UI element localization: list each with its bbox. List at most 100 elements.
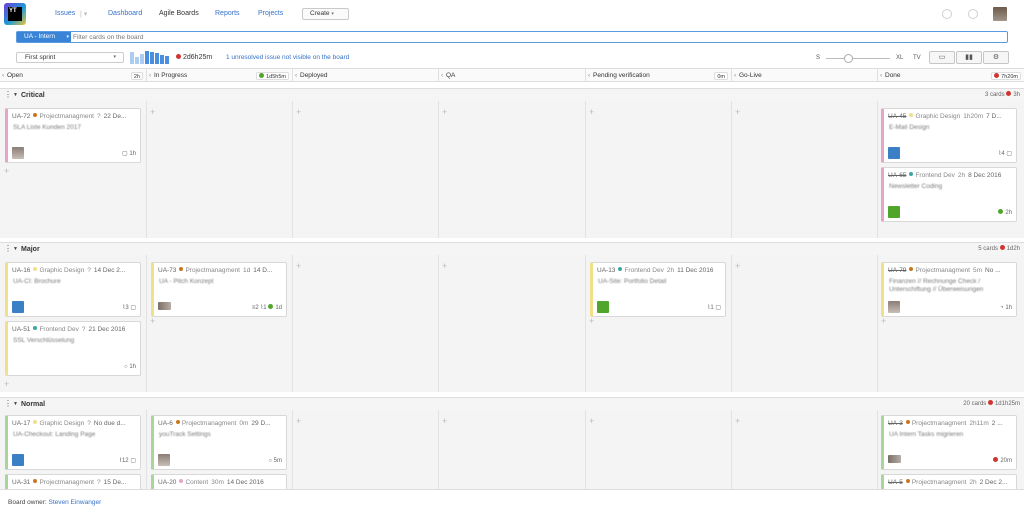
avatar[interactable]	[888, 301, 900, 313]
card-ua-73[interactable]: UA-73 Projectmanagment 1d 14 D... UA - Pitc…	[151, 262, 287, 317]
nav-agile-boards[interactable]: Agile Boards	[159, 10, 199, 17]
card-ua-65[interactable]: UA-65 Frontend Dev 2h 8 Dec 2016 Newsletter…	[881, 167, 1017, 222]
column-deployed[interactable]: ‹ Deployed	[292, 69, 438, 82]
avatar[interactable]	[12, 301, 24, 313]
filter-input[interactable]	[73, 32, 1003, 42]
burndown-mini-chart[interactable]	[130, 51, 170, 64]
nav-projects[interactable]: Projects	[258, 10, 283, 17]
card-ua-3[interactable]: UA-3 Projectmanagment 2h11m 2 ... UA Intern…	[881, 415, 1017, 470]
card-ua-5[interactable]: UA-5 Projectmanagment 2h 2 Dec 2...	[881, 474, 1017, 489]
chevron-left-icon[interactable]: ‹	[734, 69, 736, 82]
avatar[interactable]	[888, 455, 901, 463]
chevron-left-icon[interactable]: ‹	[880, 69, 882, 82]
column-in-progress[interactable]: ‹ In Progress 1d5h5m	[146, 69, 292, 82]
card-ua-31[interactable]: UA-31 Projectmanagment? 15 De...	[5, 474, 141, 489]
column-qa[interactable]: ‹ QA	[438, 69, 585, 82]
help-icon[interactable]	[968, 9, 978, 19]
chevron-left-icon[interactable]: ‹	[2, 69, 4, 82]
settings-icon[interactable]	[942, 9, 952, 19]
avatar[interactable]	[158, 302, 171, 310]
drag-handle-icon[interactable]: ⋮	[4, 89, 12, 101]
gear-icon[interactable]: ⚙	[983, 51, 1009, 64]
add-card-icon[interactable]: +	[4, 379, 9, 389]
add-card-icon[interactable]: +	[735, 416, 740, 426]
card-ua-6[interactable]: UA-6 Projectmanagment 0m 29 D... youTrack S…	[151, 415, 287, 470]
column-divider	[731, 255, 732, 392]
board-owner-link[interactable]: Steven Einwanger	[48, 499, 101, 506]
chevron-left-icon[interactable]: ‹	[441, 69, 443, 82]
avatar[interactable]	[888, 206, 900, 218]
drag-handle-icon[interactable]: ⋮	[4, 243, 12, 255]
add-card-icon[interactable]: +	[881, 316, 886, 326]
add-card-icon[interactable]: +	[442, 261, 447, 271]
board-footer: Board owner: Steven Einwanger	[0, 489, 1024, 521]
card-ua-20[interactable]: UA-20 Content 30m 14 Dec 2016	[151, 474, 287, 489]
swimlane-critical-header[interactable]: ⋮ ▼ Critical 3 cards 3h	[0, 88, 1024, 101]
inbox-icon[interactable]: ▭	[929, 51, 955, 64]
card-ua-16[interactable]: UA-16 Graphic Design? 14 Dec 2... UA-CI: B…	[5, 262, 141, 317]
nav-dashboard[interactable]: Dashboard	[108, 10, 142, 17]
user-avatar[interactable]	[993, 7, 1007, 21]
add-card-icon[interactable]: +	[296, 261, 301, 271]
add-card-icon[interactable]: +	[296, 107, 301, 117]
create-button[interactable]: Create ▾	[302, 8, 349, 20]
nav-issues[interactable]: Issues	[55, 10, 75, 17]
status-dot	[998, 209, 1004, 214]
drag-handle-icon[interactable]: ⋮	[4, 398, 12, 410]
add-card-icon[interactable]: +	[735, 107, 740, 117]
board-selector[interactable]: UA - Intern ▾	[17, 32, 71, 42]
burndown-bar	[150, 52, 154, 64]
add-card-icon[interactable]: +	[589, 107, 594, 117]
issues-menu-icon[interactable]: | ▾	[80, 10, 87, 18]
add-card-icon[interactable]: +	[296, 416, 301, 426]
clock-icon: ◔	[1000, 305, 1004, 311]
comment-icon: ▢	[130, 458, 136, 464]
card-ua-79[interactable]: UA-79 Projectmanagment 5m No ... Finanzen /…	[881, 262, 1017, 317]
column-headers: ‹ Open 2h ‹ In Progress 1d5h5m ‹ Deployed ‹ QA…	[0, 68, 1024, 82]
card-ua-51[interactable]: UA-51 Frontend Dev? 21 Dec 2016 SSL Versch…	[5, 321, 141, 376]
swimlane-normal-body: + + + + UA-17 Graphic Design? No due d... …	[0, 410, 1024, 489]
swimlane-normal-header[interactable]: ⋮ ▼ Normal 20 cards 1d1h25m	[0, 397, 1024, 410]
nav-reports[interactable]: Reports	[215, 10, 240, 17]
avatar[interactable]	[158, 454, 170, 466]
column-pending-verification[interactable]: ‹ Pending verification 0m	[585, 69, 731, 82]
add-card-icon[interactable]: +	[442, 107, 447, 117]
avatar[interactable]	[12, 147, 24, 159]
avatar[interactable]	[597, 301, 609, 313]
sprint-selector[interactable]: First sprint ▾	[16, 52, 124, 63]
swimlane-major-header[interactable]: ⋮ ▼ Major 5 cards 1d2h	[0, 242, 1024, 255]
add-card-icon[interactable]: +	[4, 166, 9, 176]
column-open[interactable]: ‹ Open 2h	[0, 69, 146, 82]
add-card-icon[interactable]: +	[589, 416, 594, 426]
avatar[interactable]	[888, 147, 900, 159]
chevron-left-icon[interactable]: ‹	[295, 69, 297, 82]
tag-dot	[33, 420, 38, 424]
status-dot	[1006, 91, 1012, 96]
card-ua-72[interactable]: UA-72 Projectmanagment? 22 De... SLA Liste…	[5, 108, 141, 163]
zoom-tv-label[interactable]: TV	[913, 55, 921, 61]
column-done[interactable]: ‹ Done 7h20m	[877, 69, 1024, 82]
add-card-icon[interactable]: +	[150, 107, 155, 117]
tag-dot	[905, 420, 910, 424]
card-size-slider[interactable]	[826, 58, 890, 59]
burndown-bar	[160, 55, 164, 64]
tag-dot	[618, 267, 623, 271]
card-ua-45[interactable]: UA-45 Graphic Design 1h20m 7 D... E-Mail De…	[881, 108, 1017, 163]
card-ua-13[interactable]: UA-13 Frontend Dev 2h 11 Dec 2016 UA-Site: …	[590, 262, 726, 317]
chart-icon[interactable]: ▮▮	[956, 51, 982, 64]
add-card-icon[interactable]: +	[150, 316, 155, 326]
youtrack-logo[interactable]: YT	[4, 3, 26, 25]
status-dot	[268, 304, 274, 309]
column-go-live[interactable]: ‹ Go-Live	[731, 69, 877, 82]
slider-handle[interactable]	[844, 54, 853, 63]
swimlane-major-body: + + + + + + + UA-16 Graphic Design? 14 Dec…	[0, 255, 1024, 392]
chevron-left-icon[interactable]: ‹	[588, 69, 590, 82]
column-divider	[877, 255, 878, 392]
avatar[interactable]	[12, 454, 24, 466]
unresolved-issues-link[interactable]: 1 unresolved issue not visible on the bo…	[226, 54, 349, 61]
add-card-icon[interactable]: +	[442, 416, 447, 426]
add-card-icon[interactable]: +	[735, 261, 740, 271]
chevron-left-icon[interactable]: ‹	[149, 69, 151, 82]
add-card-icon[interactable]: +	[589, 316, 594, 326]
card-ua-17[interactable]: UA-17 Graphic Design? No due d... UA-Check…	[5, 415, 141, 470]
